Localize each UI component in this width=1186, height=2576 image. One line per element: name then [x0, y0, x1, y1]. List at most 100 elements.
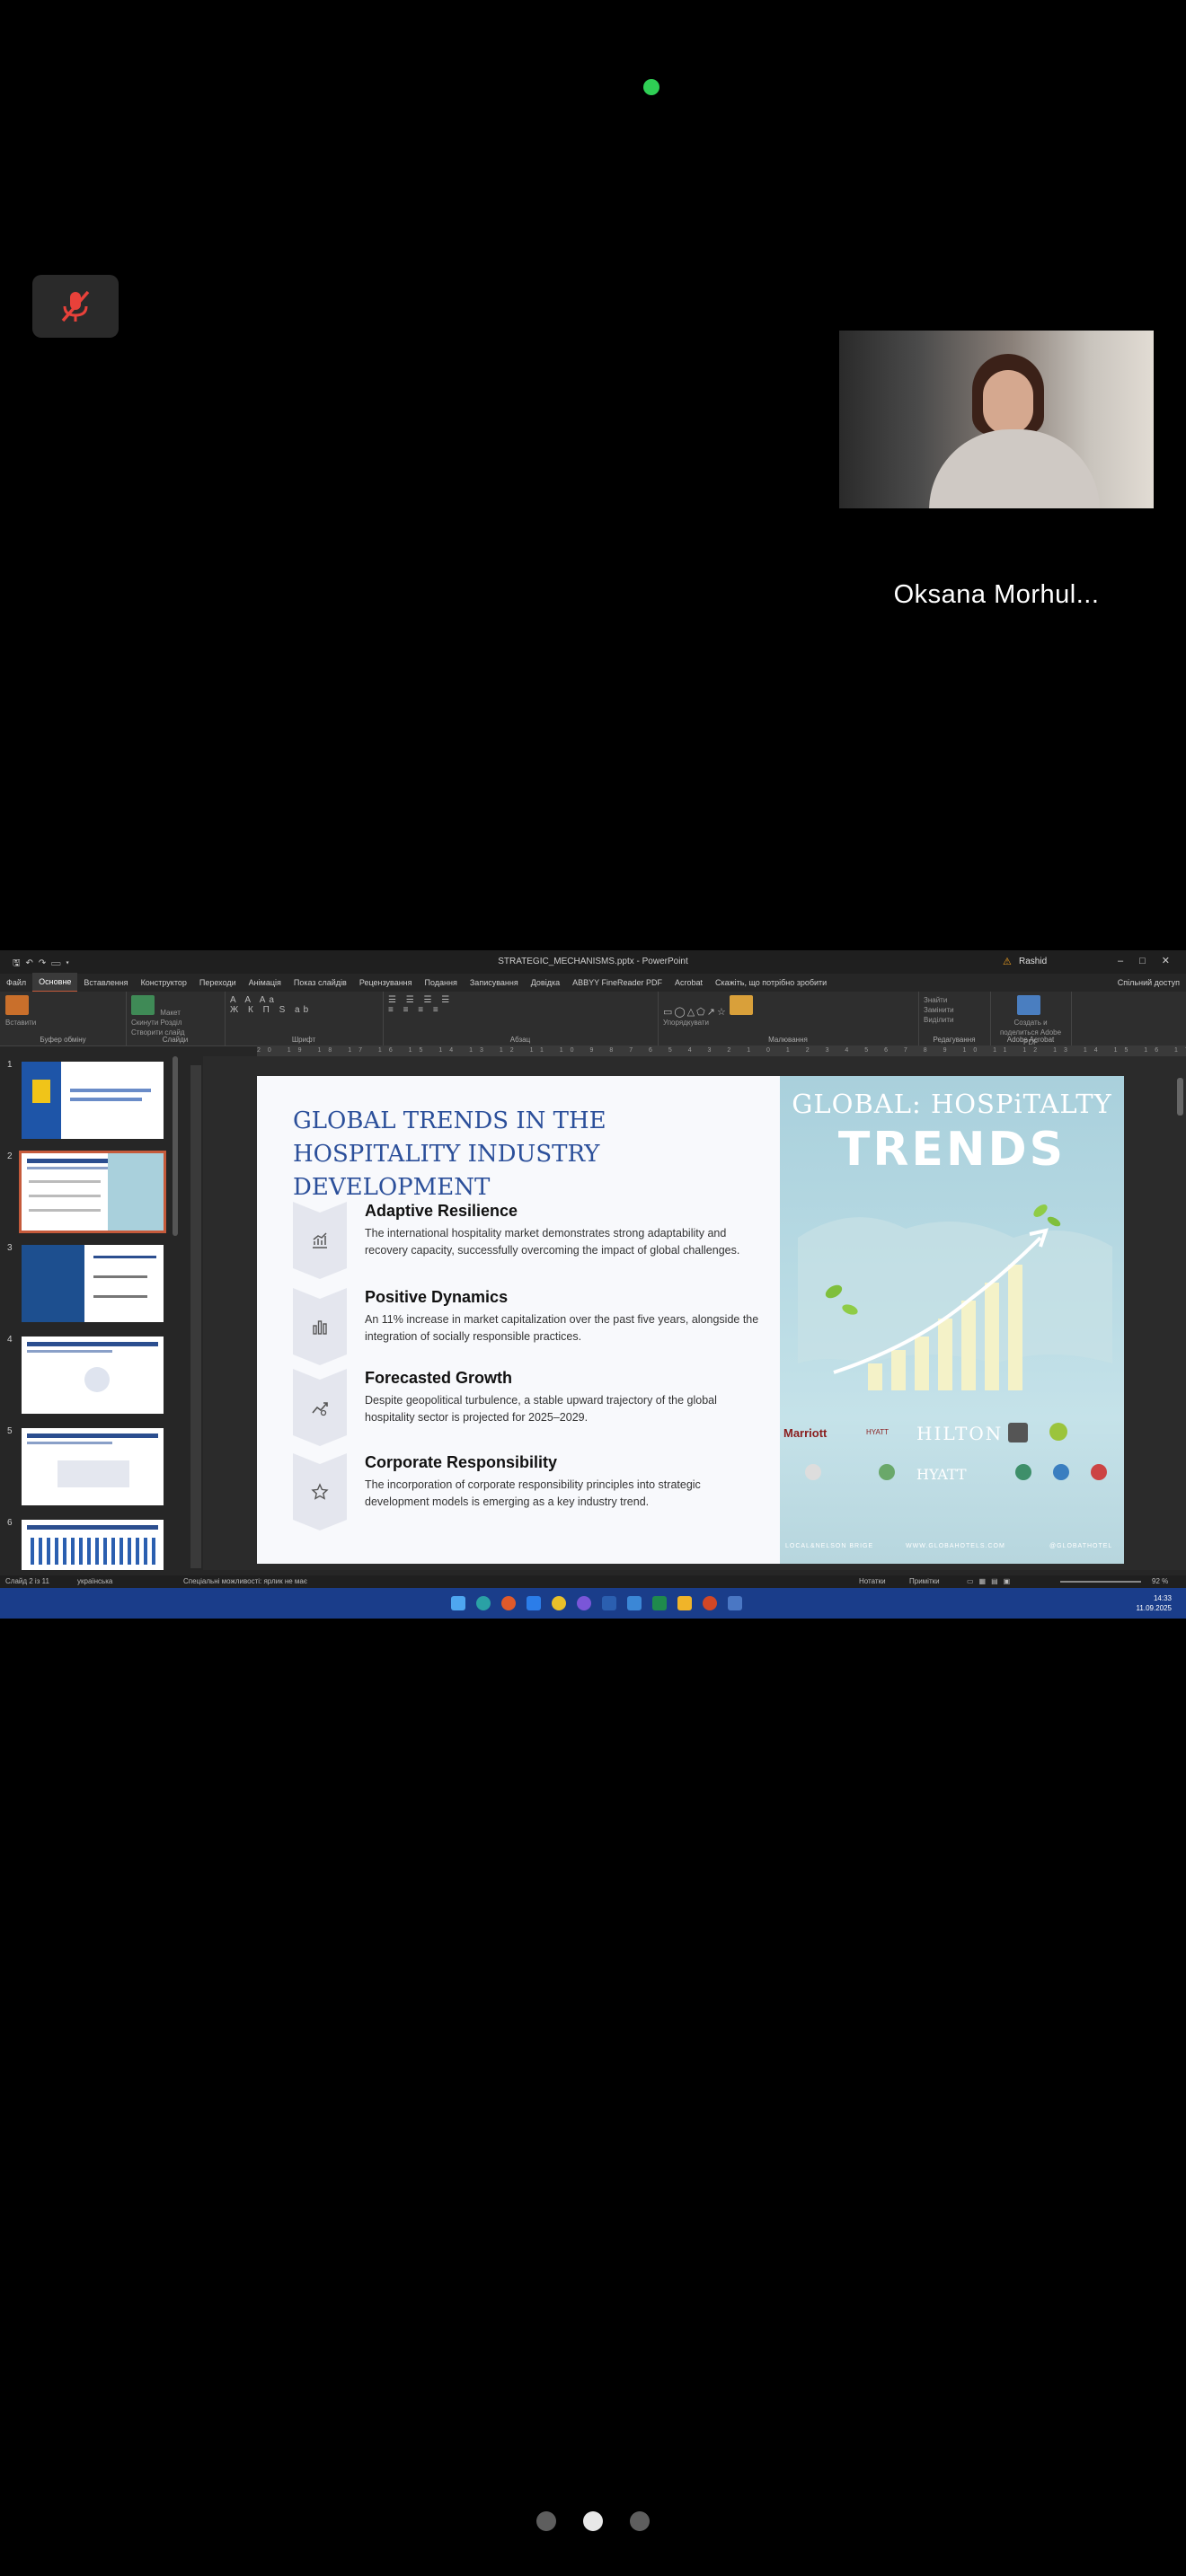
bar-chart-icon [310, 1317, 330, 1337]
point-chevron [293, 1202, 347, 1279]
section-button[interactable]: Розділ [161, 1019, 182, 1027]
paste-button[interactable]: Вставити [5, 1019, 36, 1027]
slide-text-panel: GLOBAL TRENDS IN THE HOSPITALITY INDUSTR… [257, 1076, 780, 1564]
adobe-pdf-icon[interactable] [1017, 995, 1040, 1015]
participant-video-tile[interactable] [839, 331, 1154, 508]
word-icon[interactable] [602, 1596, 616, 1610]
accessibility-status[interactable]: Спеціальні можливості: ярлик не має [183, 1575, 307, 1588]
share-button[interactable]: Спільний доступ [1111, 974, 1186, 992]
tab-acrobat[interactable]: Acrobat [668, 974, 709, 992]
window-controls[interactable]: –□✕ [1118, 955, 1186, 966]
point-text: Despite geopolitical turbulence, a stabl… [365, 1394, 717, 1424]
zoom-app-icon[interactable] [627, 1596, 642, 1610]
ribbon-group-clipboard: Вставити Буфер обміну [0, 992, 127, 1045]
find-button[interactable]: Знайти [924, 996, 947, 1004]
page-dot-3[interactable] [630, 2511, 650, 2531]
powerpoint-icon[interactable] [703, 1596, 717, 1610]
slide-thumbnail-3[interactable] [22, 1245, 164, 1322]
brand-logo: HILTON [916, 1423, 1004, 1444]
group-label-editing: Редагування [933, 1036, 976, 1044]
chrome-icon[interactable] [552, 1596, 566, 1610]
slide-thumbnail-6[interactable] [22, 1520, 164, 1570]
app-icon[interactable] [728, 1596, 742, 1610]
mic-muted-button[interactable] [32, 275, 119, 338]
start-icon[interactable] [451, 1596, 465, 1610]
brand-circle-logo [1091, 1464, 1107, 1480]
new-slide-icon[interactable] [131, 995, 155, 1015]
slide-scrollbar[interactable] [1175, 1056, 1186, 1570]
slide-thumbnail-2[interactable] [19, 1151, 166, 1233]
paste-icon[interactable] [5, 995, 29, 1015]
language-indicator[interactable]: українська [77, 1575, 112, 1588]
mic-off-icon [61, 290, 90, 322]
replace-button[interactable]: Замінити [924, 1006, 954, 1014]
telegram-icon[interactable] [527, 1596, 541, 1610]
slide-thumbnail-5[interactable] [22, 1428, 164, 1505]
point-text: An 11% increase in market capitalization… [365, 1313, 759, 1343]
tab-slideshow[interactable]: Показ слайдів [288, 974, 353, 992]
page-dot-2[interactable] [583, 2511, 603, 2531]
point-title: Corporate Responsibility [365, 1453, 558, 1471]
slide-thumbnail-pane: 1 2 3 4 5 6 [0, 1056, 180, 1570]
thumbnail-number: 3 [7, 1243, 13, 1253]
footer-right: @GLOBATHOTEL [1049, 1543, 1113, 1549]
tab-review[interactable]: Рецензування [353, 974, 419, 992]
select-button[interactable]: Виділити [924, 1016, 954, 1024]
slide-thumbnail-1[interactable] [22, 1062, 164, 1139]
point-chevron [293, 1288, 347, 1365]
slide-thumbnail-4[interactable] [22, 1337, 164, 1414]
brand-logo: HYATT [866, 1428, 890, 1436]
taskbar-clock[interactable]: 14:33 11.09.2025 [1137, 1593, 1172, 1613]
clock-date: 11.09.2025 [1136, 1604, 1172, 1612]
tab-animations[interactable]: Анімація [243, 974, 288, 992]
view-buttons[interactable]: ▭▦▤▣ [967, 1575, 1015, 1588]
star-icon [310, 1482, 330, 1502]
shapes-gallery[interactable]: ▭◯△⬠↗☆ [663, 1007, 728, 1018]
tell-me-search[interactable]: Скажіть, що потрібно зробити [709, 974, 833, 992]
tab-home[interactable]: Основне [32, 973, 78, 992]
explorer-icon[interactable] [677, 1596, 692, 1610]
firefox-icon[interactable] [501, 1596, 516, 1610]
clock-time: 14:33 [1153, 1594, 1172, 1602]
tab-transitions[interactable]: Переходи [193, 974, 243, 992]
thumbnail-scrollbar[interactable] [173, 1056, 178, 1236]
footer-mid: WWW.GLOBAHOTELS.COM [906, 1543, 1005, 1549]
viber-icon[interactable] [577, 1596, 591, 1610]
comments-button[interactable]: Примітки [909, 1575, 940, 1588]
tab-recording[interactable]: Записування [464, 974, 525, 992]
footer-left: LOCAL&NELSON BRIGE [785, 1543, 874, 1549]
tab-design[interactable]: Конструктор [135, 974, 193, 992]
tab-help[interactable]: Довідка [525, 974, 566, 992]
excel-icon[interactable] [652, 1596, 667, 1610]
notes-button[interactable]: Нотатки [859, 1575, 886, 1588]
growth-bars-illustration [798, 1204, 1112, 1390]
arrange-icon[interactable] [730, 995, 754, 1015]
thumbnail-number: 4 [7, 1335, 13, 1345]
ribbon-group-slides: Макет Скинути Розділ Створити слайд Слай… [126, 992, 226, 1045]
ribbon-group-font: A A Aa Ж К П S ab Шрифт [225, 992, 384, 1045]
slide-title: GLOBAL TRENDS IN THE HOSPITALITY INDUSTR… [293, 1107, 606, 1201]
tab-abbyy[interactable]: ABBYY FineReader PDF [566, 974, 668, 992]
zoom-slider[interactable] [1060, 1581, 1141, 1583]
page-dot-1[interactable] [536, 2511, 556, 2531]
tab-insert[interactable]: Вставлення [77, 974, 134, 992]
thumbnail-number: 5 [7, 1426, 13, 1436]
tab-file[interactable]: Файл [0, 974, 32, 992]
layout-button[interactable]: Макет [160, 1009, 181, 1017]
zoom-level[interactable]: 92 % [1152, 1575, 1168, 1588]
arrange-button[interactable]: Упорядкувати [663, 1019, 709, 1027]
brand-circle-logo [1053, 1464, 1069, 1480]
group-label-acrobat: Adobe Acrobat [1006, 1036, 1055, 1044]
user-name[interactable]: Rashid [1019, 957, 1047, 966]
point-chevron [293, 1453, 347, 1531]
edge-icon[interactable] [476, 1596, 491, 1610]
slide-canvas[interactable]: GLOBAL TRENDS IN THE HOSPITALITY INDUSTR… [257, 1076, 1124, 1564]
point-title: Forecasted Growth [365, 1369, 513, 1387]
group-label-font: Шрифт [291, 1036, 316, 1044]
status-bar: Слайд 2 із 11 українська Спеціальні можл… [0, 1575, 1186, 1588]
thumbnail-number: 2 [7, 1151, 13, 1161]
reset-button[interactable]: Скинути [131, 1019, 158, 1027]
thumbnail-number: 1 [7, 1060, 13, 1070]
tab-view[interactable]: Подання [419, 974, 464, 992]
ribbon-group-paragraph: ☰ ☰ ☰ ☰ ≡ ≡ ≡ ≡ Абзац [383, 992, 659, 1045]
